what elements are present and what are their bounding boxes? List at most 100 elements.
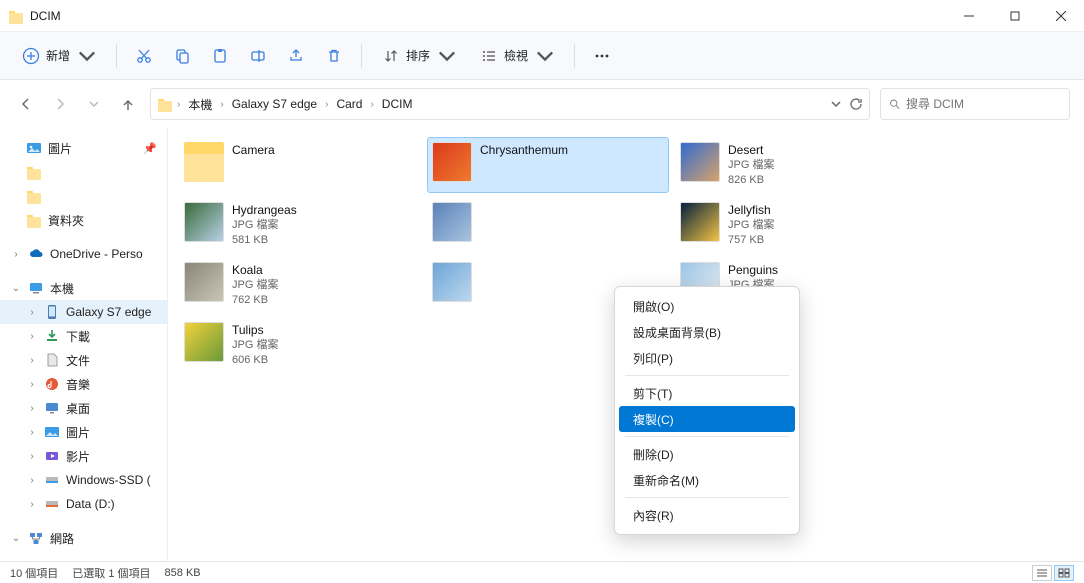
breadcrumb[interactable]: › 本機 › Galaxy S7 edge › Card › DCIM — [150, 88, 870, 120]
sidebar-item-pictures[interactable]: 圖片 📌 — [0, 136, 167, 160]
rename-icon — [249, 47, 267, 65]
more-button[interactable] — [585, 39, 619, 73]
chevron-down-icon — [438, 47, 456, 65]
chevron-down-icon[interactable]: ⌄ — [10, 533, 22, 544]
breadcrumb-item[interactable]: DCIM — [378, 95, 417, 113]
chevron-right-icon[interactable]: › — [26, 475, 38, 486]
chevron-down-icon[interactable]: ⌄ — [10, 283, 22, 294]
file-size: 581 KB — [232, 233, 297, 248]
chevron-right-icon[interactable]: › — [26, 379, 38, 390]
chevron-right-icon[interactable]: › — [370, 99, 373, 110]
delete-button[interactable] — [317, 39, 351, 73]
file-item[interactable]: KoalaJPG 檔案762 KB — [180, 258, 420, 312]
nav-back-button[interactable] — [14, 92, 38, 116]
new-label: 新增 — [46, 47, 70, 64]
sidebar-item-documents[interactable]: › 文件 — [0, 348, 167, 372]
nav-forward-button[interactable] — [48, 92, 72, 116]
sidebar-item-onedrive[interactable]: › OneDrive - Perso — [0, 242, 167, 266]
image-thumbnail — [184, 322, 224, 362]
view-details-button[interactable] — [1032, 565, 1052, 581]
sidebar-item-folder[interactable] — [0, 184, 167, 208]
file-item[interactable]: TulipsJPG 檔案606 KB — [180, 318, 420, 372]
chevron-right-icon[interactable]: › — [26, 499, 38, 510]
share-button[interactable] — [279, 39, 313, 73]
minimize-button[interactable] — [946, 0, 992, 32]
breadcrumb-item[interactable]: 本機 — [184, 94, 216, 115]
chevron-right-icon[interactable]: › — [26, 427, 38, 438]
chevron-right-icon[interactable]: › — [325, 99, 328, 110]
maximize-button[interactable] — [992, 0, 1038, 32]
file-item[interactable]: Camera — [180, 138, 420, 192]
chevron-right-icon[interactable]: › — [26, 403, 38, 414]
cloud-icon — [28, 246, 44, 262]
breadcrumb-item[interactable]: Card — [332, 95, 366, 113]
context-menu-separator — [625, 375, 789, 376]
file-name: Camera — [232, 142, 275, 158]
cut-button[interactable] — [127, 39, 161, 73]
file-name: Jellyfish — [728, 202, 774, 218]
refresh-icon[interactable] — [849, 97, 863, 111]
sidebar-item-music[interactable]: › 音樂 — [0, 372, 167, 396]
close-button[interactable] — [1038, 0, 1084, 32]
chevron-down-icon[interactable] — [829, 97, 843, 111]
ctx-set-background[interactable]: 設成桌面背景(B) — [619, 319, 795, 345]
new-button[interactable]: 新增 — [12, 39, 106, 73]
sidebar-item-desktop[interactable]: › 桌面 — [0, 396, 167, 420]
ctx-properties[interactable]: 內容(R) — [619, 502, 795, 528]
chevron-right-icon[interactable]: › — [26, 307, 38, 318]
sidebar-item-galaxy[interactable]: › Galaxy S7 edge — [0, 300, 167, 324]
chevron-right-icon[interactable]: › — [26, 331, 38, 342]
chevron-down-icon — [78, 47, 96, 65]
download-icon — [44, 328, 60, 344]
view-button[interactable]: 檢視 — [470, 39, 564, 73]
sidebar-item-data-drive[interactable]: › Data (D:) — [0, 492, 167, 516]
share-icon — [287, 47, 305, 65]
view-thumbnails-button[interactable] — [1054, 565, 1074, 581]
breadcrumb-item[interactable]: Galaxy S7 edge — [228, 95, 321, 113]
chevron-right-icon[interactable]: › — [26, 451, 38, 462]
file-item[interactable]: JellyfishJPG 檔案757 KB — [676, 198, 916, 252]
paste-button[interactable] — [203, 39, 237, 73]
sidebar-item-downloads[interactable]: › 下載 — [0, 324, 167, 348]
sidebar-item-folder[interactable] — [0, 160, 167, 184]
file-item[interactable]: HydrangeasJPG 檔案581 KB — [180, 198, 420, 252]
sidebar: 圖片 📌 資料夾 › OneDrive - Perso ⌄ 本機 › — [0, 128, 168, 561]
sidebar-item-folder[interactable]: 資料夾 — [0, 208, 167, 232]
sidebar-item-pictures2[interactable]: › 圖片 — [0, 420, 167, 444]
view-icon — [480, 47, 498, 65]
chevron-right-icon[interactable]: › — [10, 249, 22, 260]
file-item[interactable]: Chrysanthemum — [428, 138, 668, 192]
sidebar-item-videos[interactable]: › 影片 — [0, 444, 167, 468]
search-input[interactable] — [906, 97, 1061, 111]
ctx-open[interactable]: 開啟(O) — [619, 293, 795, 319]
file-item[interactable] — [428, 198, 668, 252]
copy-button[interactable] — [165, 39, 199, 73]
nav-recent-button[interactable] — [82, 92, 106, 116]
sort-button[interactable]: 排序 — [372, 39, 466, 73]
sidebar-item-ssd[interactable]: › Windows-SSD ( — [0, 468, 167, 492]
chevron-right-icon[interactable]: › — [26, 355, 38, 366]
file-type: JPG 檔案 — [232, 338, 278, 353]
ctx-print[interactable]: 列印(P) — [619, 345, 795, 371]
address-bar-row: › 本機 › Galaxy S7 edge › Card › DCIM — [0, 80, 1084, 128]
ctx-rename[interactable]: 重新命名(M) — [619, 467, 795, 493]
content-area[interactable]: Camera ChrysanthemumDesertJPG 檔案826 KB Hyd… — [168, 128, 1084, 561]
trash-icon — [325, 47, 343, 65]
nav-up-button[interactable] — [116, 92, 140, 116]
rename-button[interactable] — [241, 39, 275, 73]
ctx-delete[interactable]: 刪除(D) — [619, 441, 795, 467]
status-selection: 已選取 1 個項目 — [72, 565, 150, 581]
folder-icon — [26, 188, 42, 204]
video-icon — [44, 448, 60, 464]
chevron-right-icon[interactable]: › — [220, 99, 223, 110]
clipboard-icon — [211, 47, 229, 65]
sidebar-item-this-pc[interactable]: ⌄ 本機 — [0, 276, 167, 300]
desktop-icon — [44, 400, 60, 416]
ctx-cut[interactable]: 剪下(T) — [619, 380, 795, 406]
ctx-copy[interactable]: 複製(C) — [619, 406, 795, 432]
chevron-right-icon[interactable]: › — [177, 99, 180, 110]
sidebar-item-network[interactable]: ⌄ 網路 — [0, 526, 167, 550]
search-box[interactable] — [880, 88, 1070, 120]
toolbar-separator — [574, 44, 575, 68]
file-item[interactable]: DesertJPG 檔案826 KB — [676, 138, 916, 192]
